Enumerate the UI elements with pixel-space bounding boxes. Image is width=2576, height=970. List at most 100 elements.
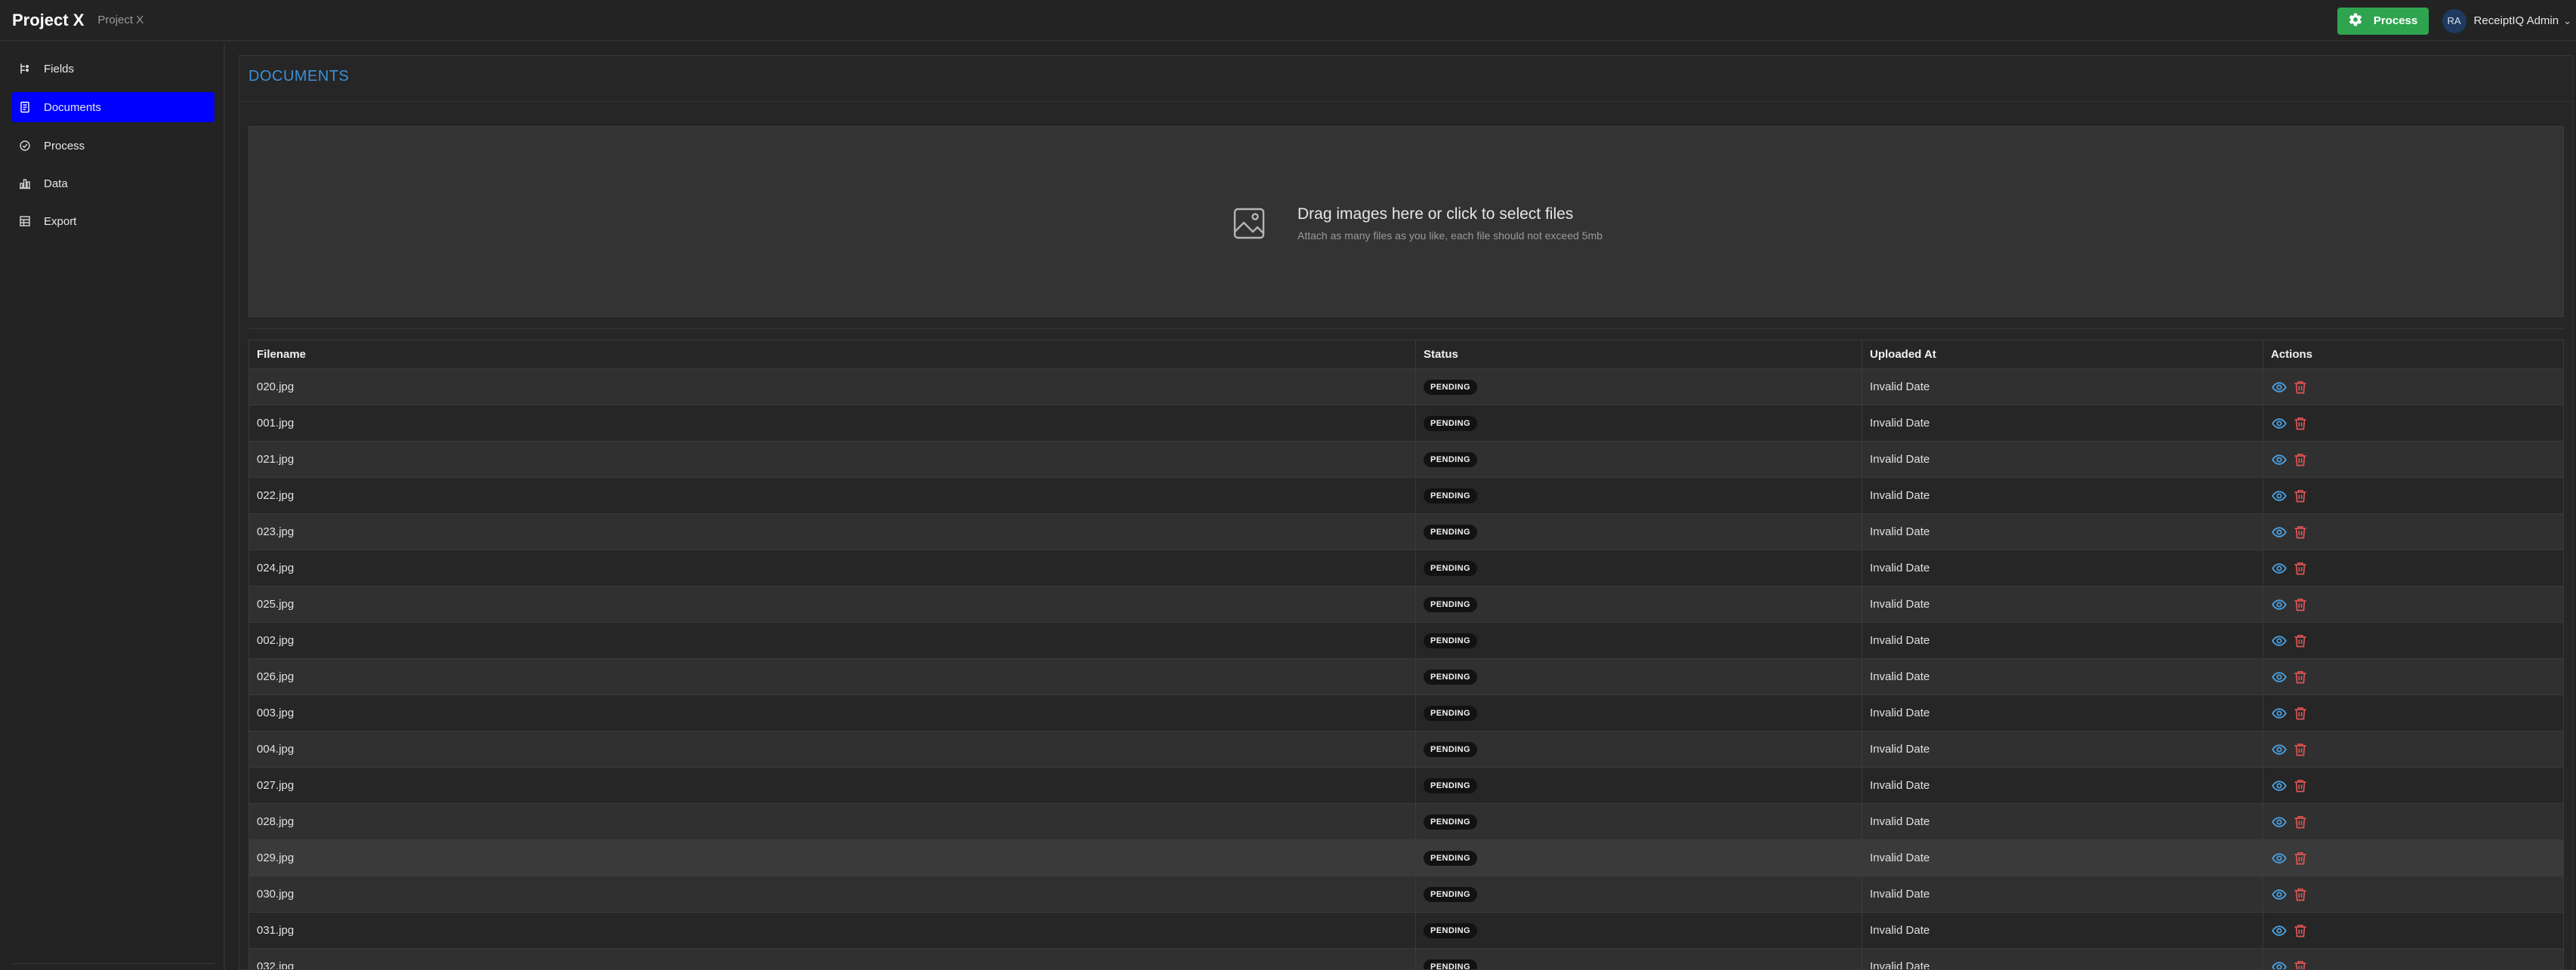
table-row[interactable]: 021.jpg PENDING Invalid Date (249, 442, 2563, 478)
delete-icon[interactable] (2292, 596, 2309, 613)
status-badge: PENDING (1424, 922, 1477, 938)
delete-icon[interactable] (2292, 379, 2309, 396)
table-row[interactable]: 030.jpg PENDING Invalid Date (249, 876, 2563, 913)
cell-actions (2263, 913, 2563, 948)
view-icon[interactable] (2271, 379, 2288, 396)
view-icon[interactable] (2271, 741, 2288, 758)
table-row[interactable]: 003.jpg PENDING Invalid Date (249, 695, 2563, 731)
table-row[interactable]: 029.jpg PENDING Invalid Date (249, 840, 2563, 876)
view-icon[interactable] (2271, 959, 2288, 969)
cell-filename: 027.jpg (249, 768, 1416, 803)
cell-filename: 020.jpg (249, 369, 1416, 405)
breadcrumb[interactable]: Project X (97, 14, 143, 26)
user-name: ReceiptIQ Admin (2473, 14, 2559, 27)
cell-uploaded-at: Invalid Date (1862, 804, 2263, 839)
table-row[interactable]: 027.jpg PENDING Invalid Date (249, 768, 2563, 804)
status-badge: PENDING (1424, 596, 1477, 612)
cell-uploaded-at: Invalid Date (1862, 623, 2263, 658)
delete-icon[interactable] (2292, 524, 2309, 540)
column-header-filename[interactable]: Filename (249, 340, 1416, 368)
view-icon[interactable] (2271, 596, 2288, 613)
table-row[interactable]: 002.jpg PENDING Invalid Date (249, 623, 2563, 659)
cell-uploaded-at: Invalid Date (1862, 695, 2263, 731)
view-icon[interactable] (2271, 451, 2288, 468)
status-badge: PENDING (1424, 959, 1477, 969)
delete-icon[interactable] (2292, 959, 2309, 969)
view-icon[interactable] (2271, 705, 2288, 722)
view-icon[interactable] (2271, 669, 2288, 685)
view-icon[interactable] (2271, 524, 2288, 540)
table-row[interactable]: 028.jpg PENDING Invalid Date (249, 804, 2563, 840)
table-row[interactable]: 031.jpg PENDING Invalid Date (249, 913, 2563, 949)
cell-actions (2263, 442, 2563, 477)
dropzone-title: Drag images here or click to select file… (1297, 205, 1574, 223)
table-row[interactable]: 023.jpg PENDING Invalid Date (249, 514, 2563, 550)
delete-icon[interactable] (2292, 741, 2309, 758)
view-icon[interactable] (2271, 415, 2288, 432)
view-icon[interactable] (2271, 886, 2288, 903)
view-icon[interactable] (2271, 814, 2288, 830)
delete-icon[interactable] (2292, 488, 2309, 504)
delete-icon[interactable] (2292, 415, 2309, 432)
cell-status: PENDING (1416, 514, 1862, 550)
status-badge: PENDING (1424, 415, 1477, 431)
table-row[interactable]: 024.jpg PENDING Invalid Date (249, 550, 2563, 587)
table-row[interactable]: 001.jpg PENDING Invalid Date (249, 405, 2563, 442)
cell-actions (2263, 840, 2563, 876)
delete-icon[interactable] (2292, 850, 2309, 867)
column-header-uploaded-at[interactable]: Uploaded At (1862, 340, 2263, 368)
cell-status: PENDING (1416, 659, 1862, 694)
cell-actions (2263, 768, 2563, 803)
cell-uploaded-at: Invalid Date (1862, 659, 2263, 694)
column-header-status[interactable]: Status (1416, 340, 1862, 368)
fields-icon (18, 62, 32, 75)
table-row[interactable]: 020.jpg PENDING Invalid Date (249, 369, 2563, 405)
cell-actions (2263, 695, 2563, 731)
table-row[interactable]: 004.jpg PENDING Invalid Date (249, 731, 2563, 768)
sidebar-item-documents[interactable]: Documents (12, 92, 214, 122)
delete-icon[interactable] (2292, 778, 2309, 794)
table-row[interactable]: 032.jpg PENDING Invalid Date (249, 949, 2563, 969)
cell-uploaded-at: Invalid Date (1862, 840, 2263, 876)
cell-filename: 025.jpg (249, 587, 1416, 622)
cell-status: PENDING (1416, 913, 1862, 948)
sidebar-item-data[interactable]: Data (12, 168, 214, 199)
table-row[interactable]: 022.jpg PENDING Invalid Date (249, 478, 2563, 514)
delete-icon[interactable] (2292, 669, 2309, 685)
delete-icon[interactable] (2292, 705, 2309, 722)
delete-icon[interactable] (2292, 451, 2309, 468)
file-dropzone[interactable]: Drag images here or click to select file… (248, 126, 2564, 317)
table-row[interactable]: 025.jpg PENDING Invalid Date (249, 587, 2563, 623)
cell-filename: 028.jpg (249, 804, 1416, 839)
view-icon[interactable] (2271, 850, 2288, 867)
delete-icon[interactable] (2292, 886, 2309, 903)
app-brand[interactable]: Project X (12, 11, 84, 30)
document-icon (18, 100, 32, 114)
cell-uploaded-at: Invalid Date (1862, 949, 2263, 969)
cell-filename: 002.jpg (249, 623, 1416, 658)
chevron-down-icon: ⌄ (2563, 14, 2571, 26)
cell-filename: 024.jpg (249, 550, 1416, 586)
cell-uploaded-at: Invalid Date (1862, 514, 2263, 550)
cell-uploaded-at: Invalid Date (1862, 587, 2263, 622)
view-icon[interactable] (2271, 778, 2288, 794)
process-button[interactable]: Process (2337, 7, 2429, 35)
delete-icon[interactable] (2292, 560, 2309, 577)
cell-uploaded-at: Invalid Date (1862, 369, 2263, 405)
table-row[interactable]: 026.jpg PENDING Invalid Date (249, 659, 2563, 695)
view-icon[interactable] (2271, 633, 2288, 649)
avatar: RA (2442, 8, 2466, 33)
delete-icon[interactable] (2292, 922, 2309, 939)
sidebar-item-process[interactable]: Process (12, 131, 214, 161)
status-badge: PENDING (1424, 778, 1477, 793)
user-menu[interactable]: RA ReceiptIQ Admin ⌄ (2442, 8, 2571, 33)
delete-icon[interactable] (2292, 814, 2309, 830)
sidebar-item-fields[interactable]: Fields (12, 54, 214, 84)
cell-uploaded-at: Invalid Date (1862, 478, 2263, 513)
view-icon[interactable] (2271, 560, 2288, 577)
view-icon[interactable] (2271, 922, 2288, 939)
delete-icon[interactable] (2292, 633, 2309, 649)
cell-actions (2263, 659, 2563, 694)
view-icon[interactable] (2271, 488, 2288, 504)
sidebar-item-export[interactable]: Export (12, 206, 214, 236)
